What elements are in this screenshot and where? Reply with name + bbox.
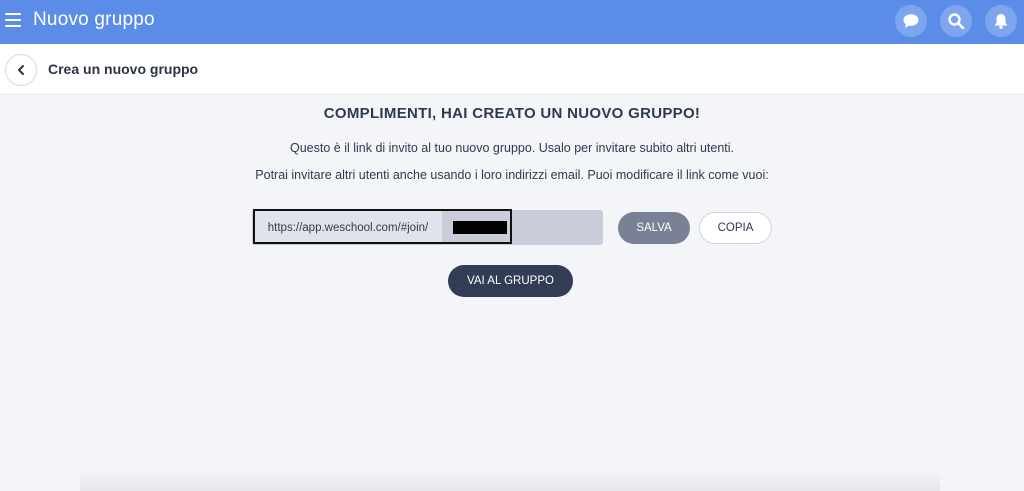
sub-header: Crea un nuovo gruppo [0,44,1024,95]
copy-button[interactable]: COPIA [699,212,772,244]
go-to-group-button[interactable]: VAI AL GRUPPO [448,265,573,297]
invite-link-prefix: https://app.weschool.com/#join/ [254,211,442,244]
edit-link-description: Potrai invitare altri utenti anche usand… [255,168,769,182]
bell-icon [994,14,1008,29]
notifications-button[interactable] [985,5,1017,37]
redacted-code [453,221,507,234]
chevron-left-icon [18,65,24,75]
success-heading: COMPLIMENTI, HAI CREATO UN NUOVO GRUPPO! [323,105,701,122]
back-button[interactable] [5,54,37,86]
top-bar: Nuovo gruppo [0,0,1024,44]
invite-description: Questo è il link di invito al tuo nuovo … [290,141,734,155]
search-button[interactable] [940,5,972,37]
page-title: Crea un nuovo gruppo [48,61,199,77]
menu-icon[interactable] [5,13,21,29]
bottom-panel-edge [80,470,940,491]
chat-button[interactable] [895,5,927,37]
chat-icon [903,14,919,28]
search-icon [948,13,965,30]
save-button[interactable]: SALVA [618,212,690,244]
app-title: Nuovo gruppo [33,9,155,30]
